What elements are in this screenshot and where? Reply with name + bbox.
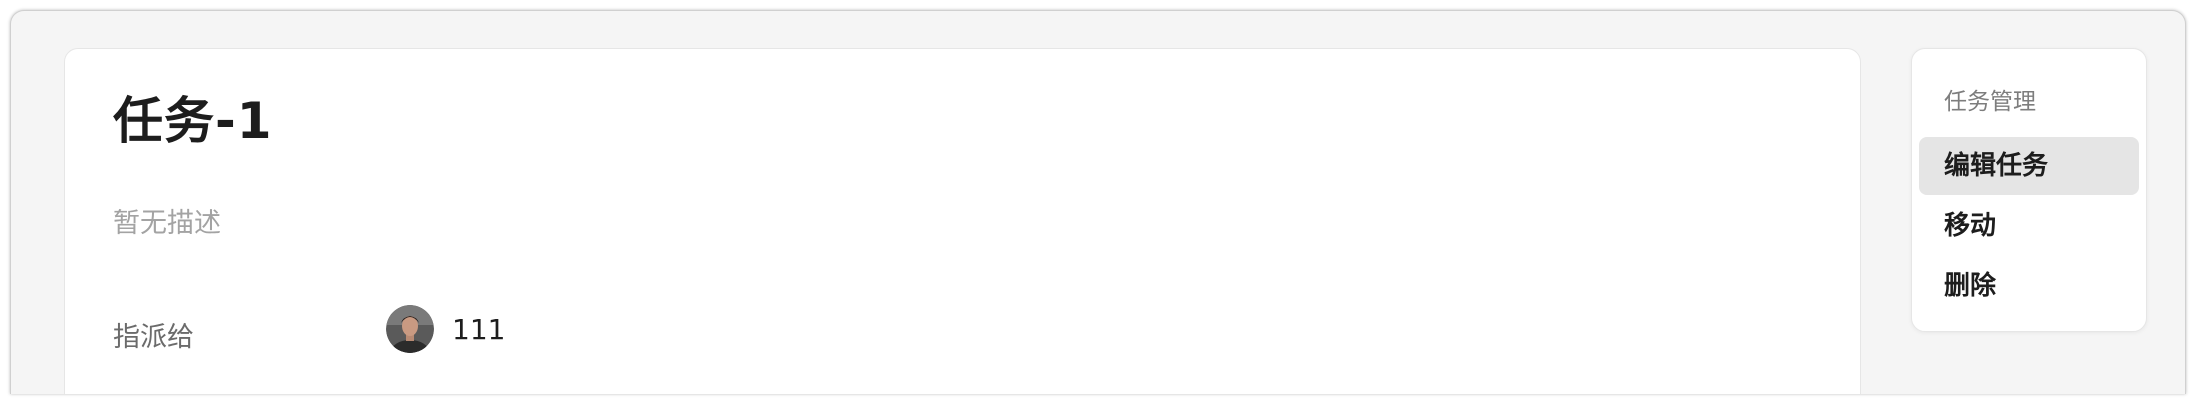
assignee-label: 指派给 [113,322,194,353]
menu-item-delete[interactable]: 删除 [1919,257,2139,315]
assignee-selector[interactable]: 111 [386,305,505,353]
menu-item-move[interactable]: 移动 [1919,197,2139,255]
menu-item-edit-task[interactable]: 编辑任务 [1919,137,2139,195]
task-management-menu: 任务管理 编辑任务 移动 删除 [1911,48,2147,332]
app-window: 任务-1 暂无描述 指派给 111 任务管理 编辑任务 移动 删除 [10,10,2186,394]
assignee-name: 111 [452,312,506,346]
task-detail-card: 任务-1 暂无描述 指派给 111 [64,48,1861,394]
user-avatar [386,305,434,353]
task-title[interactable]: 任务-1 [113,91,273,151]
task-description[interactable]: 暂无描述 [113,201,221,240]
menu-heading: 任务管理 [1944,89,2036,115]
